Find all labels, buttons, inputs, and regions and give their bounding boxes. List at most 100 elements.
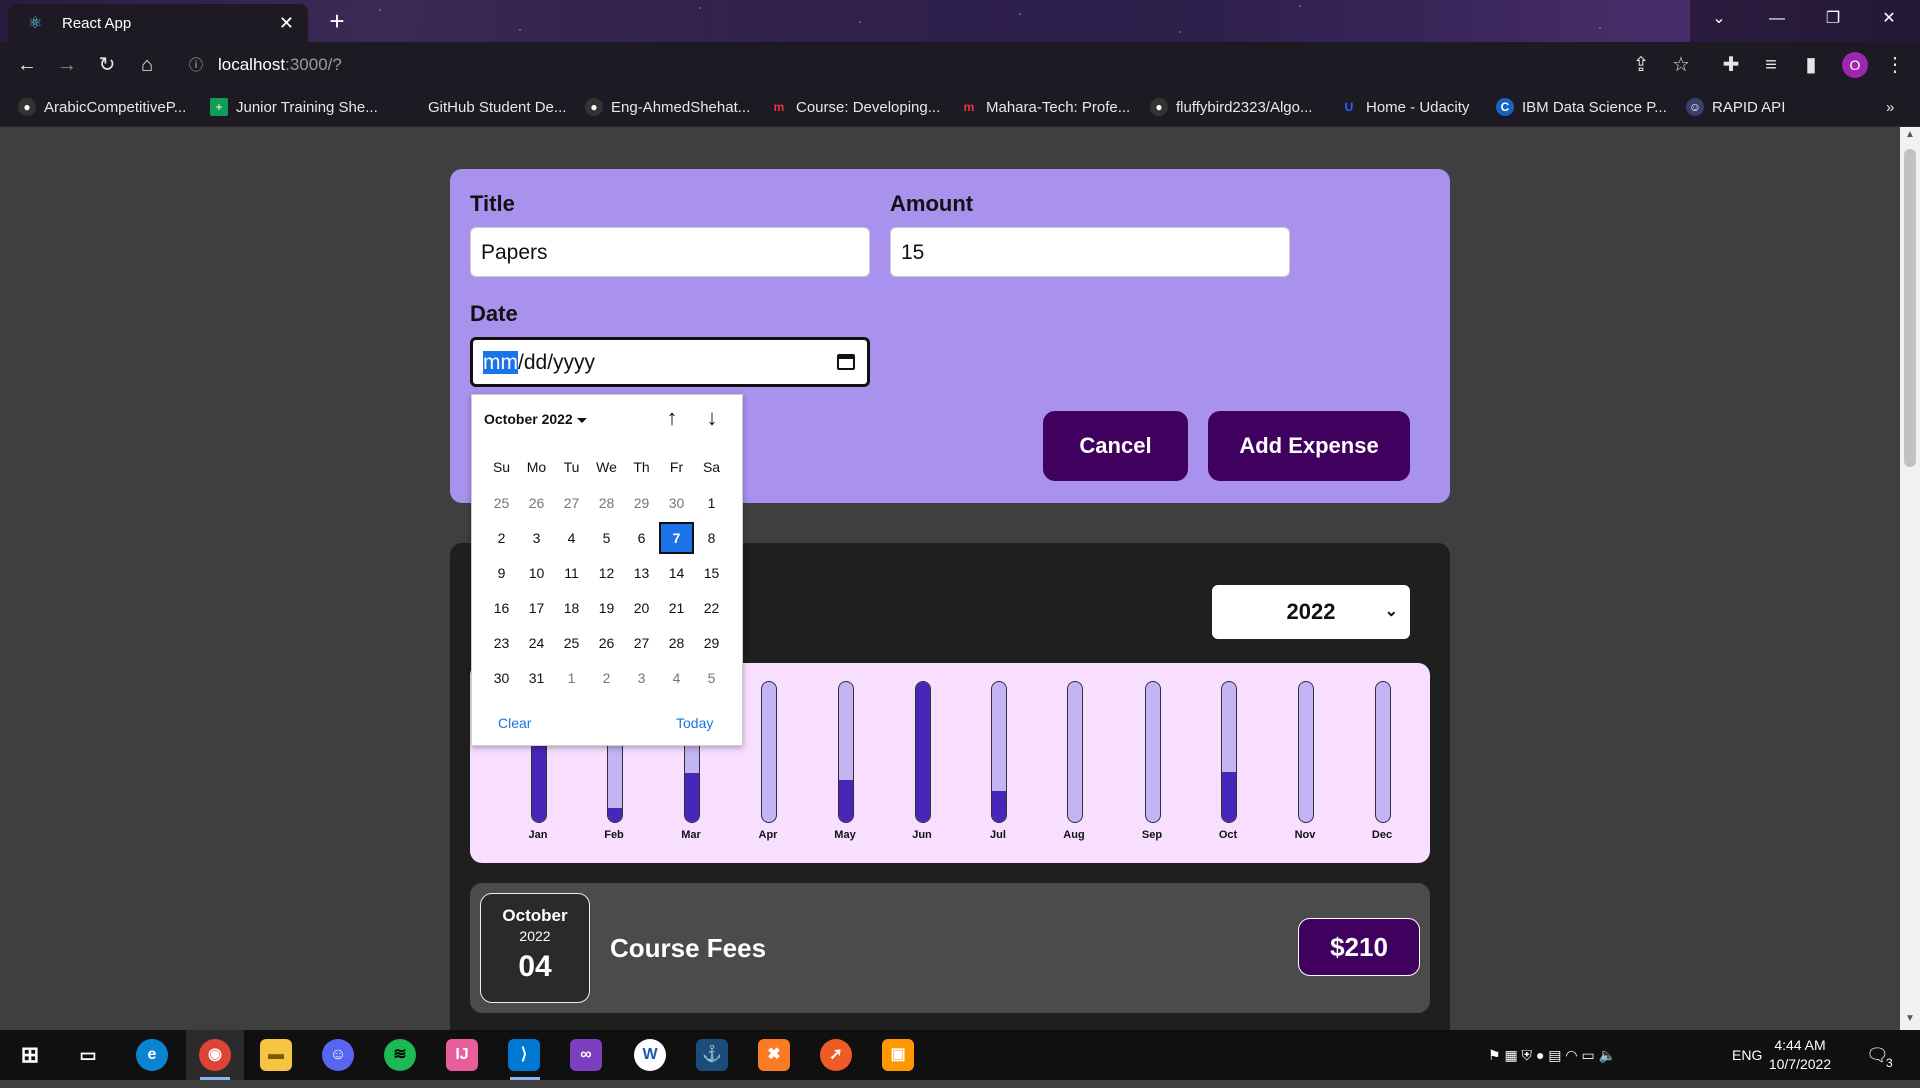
calendar-day[interactable]: 1 bbox=[554, 662, 589, 694]
calendar-day[interactable]: 16 bbox=[484, 592, 519, 624]
calendar-day[interactable]: 4 bbox=[659, 662, 694, 694]
home-icon[interactable]: ⌂ bbox=[132, 50, 162, 80]
scroll-up-icon[interactable]: ▲ bbox=[1900, 129, 1920, 145]
month-year-dropdown[interactable]: October 2022 bbox=[484, 411, 587, 427]
close-tab-icon[interactable]: ✕ bbox=[279, 13, 294, 34]
extensions-icon[interactable]: ✚ bbox=[1716, 50, 1746, 80]
calendar-day[interactable]: 5 bbox=[589, 522, 624, 554]
address-bar[interactable]: ⓘ localhost:3000/? bbox=[176, 48, 1666, 82]
calendar-day[interactable]: 19 bbox=[589, 592, 624, 624]
visual-studio-icon[interactable]: ∞ bbox=[570, 1039, 602, 1071]
calendar-day[interactable]: 12 bbox=[589, 557, 624, 589]
bookmark-item[interactable]: ● fluffybird2323/Algo... bbox=[1150, 96, 1312, 118]
clear-date-link[interactable]: Clear bbox=[498, 715, 531, 731]
virtualbox-icon[interactable]: ▣ bbox=[882, 1039, 914, 1071]
bookmarks-overflow-icon[interactable]: » bbox=[1886, 96, 1894, 118]
tray-icons[interactable]: ⚑ ▦ ⛨ ● ▤ ◠ ▭ 🔈 bbox=[1488, 1030, 1616, 1080]
minimize-icon[interactable]: — bbox=[1750, 0, 1804, 38]
calendar-day[interactable]: 30 bbox=[484, 662, 519, 694]
calendar-day[interactable]: 26 bbox=[519, 487, 554, 519]
calendar-day[interactable]: 30 bbox=[659, 487, 694, 519]
calendar-day[interactable]: 13 bbox=[624, 557, 659, 589]
bookmark-item[interactable]: GitHub Student De... bbox=[402, 96, 566, 118]
language-indicator[interactable]: ENG bbox=[1732, 1030, 1762, 1080]
previous-month-arrow-icon[interactable]: ↑ bbox=[658, 403, 686, 433]
site-info-icon[interactable]: ⓘ bbox=[186, 48, 206, 82]
calendar-day[interactable]: 28 bbox=[659, 627, 694, 659]
edge-icon[interactable]: e bbox=[136, 1039, 168, 1071]
date-rest-segment[interactable]: /dd/yyyy bbox=[518, 351, 595, 374]
calendar-day[interactable]: 22 bbox=[694, 592, 729, 624]
calendar-day[interactable]: 25 bbox=[554, 627, 589, 659]
title-input[interactable]: Papers bbox=[470, 227, 870, 277]
calendar-day[interactable]: 23 bbox=[484, 627, 519, 659]
back-icon[interactable]: ← bbox=[12, 50, 42, 80]
bookmark-item[interactable]: U Home - Udacity bbox=[1340, 96, 1470, 118]
mysql-workbench-icon[interactable]: ⚓ bbox=[696, 1039, 728, 1071]
bookmark-item[interactable]: m Course: Developing... bbox=[770, 96, 941, 118]
calendar-day[interactable]: 25 bbox=[484, 487, 519, 519]
date-month-segment[interactable]: mm bbox=[483, 351, 518, 374]
side-panel-icon[interactable]: ▮ bbox=[1796, 50, 1826, 80]
calendar-day[interactable]: 28 bbox=[589, 487, 624, 519]
file-explorer-icon[interactable]: ▬ bbox=[260, 1039, 292, 1071]
media-control-icon[interactable]: ≡ bbox=[1756, 50, 1786, 80]
calendar-day[interactable]: 10 bbox=[519, 557, 554, 589]
calendar-day[interactable]: 26 bbox=[589, 627, 624, 659]
calendar-day[interactable]: 20 bbox=[624, 592, 659, 624]
browser-menu-icon[interactable]: ⋮ bbox=[1880, 50, 1910, 80]
share-icon[interactable]: ⇪ bbox=[1626, 50, 1656, 80]
calendar-day[interactable]: 4 bbox=[554, 522, 589, 554]
calendar-day[interactable]: 3 bbox=[519, 522, 554, 554]
spotify-icon[interactable]: ≋ bbox=[384, 1039, 416, 1071]
calendar-day[interactable]: 31 bbox=[519, 662, 554, 694]
bookmark-item[interactable]: m Mahara-Tech: Profe... bbox=[960, 96, 1131, 118]
calendar-day[interactable]: 6 bbox=[624, 522, 659, 554]
calendar-day[interactable]: 14 bbox=[659, 557, 694, 589]
reload-icon[interactable]: ↻ bbox=[92, 50, 122, 80]
new-tab-button[interactable]: + bbox=[322, 6, 352, 36]
discord-icon[interactable]: ☺ bbox=[322, 1039, 354, 1071]
task-view-icon[interactable]: ▭ bbox=[72, 1039, 104, 1071]
amount-input[interactable]: 15 bbox=[890, 227, 1290, 277]
calendar-day[interactable]: 11 bbox=[554, 557, 589, 589]
calendar-day[interactable]: 24 bbox=[519, 627, 554, 659]
today-link[interactable]: Today bbox=[676, 715, 713, 731]
close-window-icon[interactable]: ✕ bbox=[1862, 0, 1916, 38]
vscode-icon[interactable]: ⟩ bbox=[508, 1039, 540, 1071]
next-month-arrow-icon[interactable]: ↓ bbox=[698, 403, 726, 433]
bookmark-item[interactable]: ☺ RAPID API bbox=[1686, 96, 1785, 118]
intellij-icon[interactable]: IJ bbox=[446, 1039, 478, 1071]
calendar-day[interactable]: 29 bbox=[624, 487, 659, 519]
calendar-icon[interactable] bbox=[837, 354, 855, 370]
scrollbar-thumb[interactable] bbox=[1904, 149, 1916, 467]
bookmark-item[interactable]: ● Eng-AhmedShehat... bbox=[585, 96, 750, 118]
calendar-day[interactable]: 2 bbox=[589, 662, 624, 694]
calendar-day[interactable]: 1 bbox=[694, 487, 729, 519]
forward-icon[interactable]: → bbox=[52, 50, 82, 80]
tab-search-icon[interactable]: ⌄ bbox=[1692, 0, 1746, 38]
year-filter-select[interactable]: 2022 ⌄ bbox=[1212, 585, 1410, 639]
calendar-day[interactable]: 8 bbox=[694, 522, 729, 554]
bookmark-item[interactable]: + Junior Training She... bbox=[210, 96, 378, 118]
cancel-button[interactable]: Cancel bbox=[1043, 411, 1188, 481]
xampp-icon[interactable]: ✖ bbox=[758, 1039, 790, 1071]
restore-icon[interactable]: ❐ bbox=[1806, 0, 1860, 38]
calendar-day[interactable]: 3 bbox=[624, 662, 659, 694]
calendar-day[interactable]: 17 bbox=[519, 592, 554, 624]
calendar-day[interactable]: 2 bbox=[484, 522, 519, 554]
bookmark-star-icon[interactable]: ☆ bbox=[1666, 50, 1696, 80]
calendar-day[interactable]: 5 bbox=[694, 662, 729, 694]
system-clock[interactable]: 4:44 AM 10/7/2022 bbox=[1760, 1036, 1840, 1074]
calendar-day[interactable]: 27 bbox=[554, 487, 589, 519]
profile-avatar[interactable]: O bbox=[1842, 52, 1868, 78]
calendar-day[interactable]: 9 bbox=[484, 557, 519, 589]
calendar-day[interactable]: 15 bbox=[694, 557, 729, 589]
scroll-down-icon[interactable]: ▼ bbox=[1900, 1013, 1920, 1029]
word-icon[interactable]: W bbox=[634, 1039, 666, 1071]
calendar-day[interactable]: 27 bbox=[624, 627, 659, 659]
page-scrollbar[interactable]: ▲ ▼ bbox=[1900, 127, 1920, 1030]
bookmark-item[interactable]: ● ArabicCompetitiveP... bbox=[18, 96, 186, 118]
add-expense-button[interactable]: Add Expense bbox=[1208, 411, 1410, 481]
windows-start-icon[interactable]: ⊞ bbox=[14, 1039, 46, 1071]
